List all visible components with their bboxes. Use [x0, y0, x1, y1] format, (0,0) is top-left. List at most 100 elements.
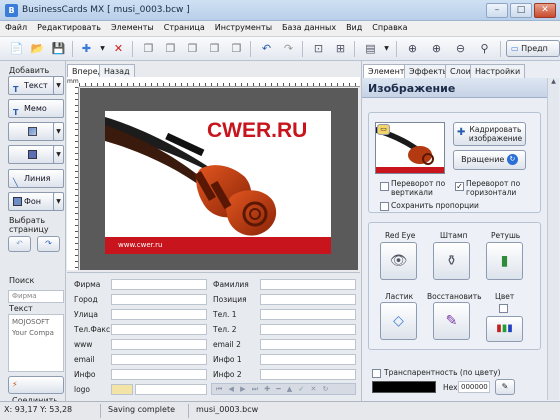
add-rectangle-button[interactable]	[8, 145, 59, 164]
menu-tools[interactable]: Инструменты	[210, 21, 277, 36]
color-label: Цвет	[495, 292, 515, 301]
menu-file[interactable]: Файл	[0, 21, 32, 36]
prev-page-icon[interactable]: ↶	[8, 236, 31, 252]
field-input[interactable]	[260, 369, 356, 380]
menu-elements[interactable]: Элементы	[106, 21, 159, 36]
add-image-button[interactable]	[8, 122, 59, 141]
delete-icon[interactable]: ✕	[110, 40, 127, 57]
field-input[interactable]	[260, 324, 356, 335]
eraser-button[interactable]: ◇	[380, 302, 417, 340]
keep-proportions-checkbox[interactable]	[380, 202, 389, 211]
menu-help[interactable]: Справка	[367, 21, 412, 36]
rotate-label: Вращение	[461, 155, 505, 164]
redeye-button[interactable]: 👁	[380, 242, 417, 280]
preview-button[interactable]: ▭ Предп	[506, 40, 560, 57]
eyedropper-icon[interactable]: ✎	[495, 379, 515, 395]
redo-icon[interactable]: ↷	[280, 40, 297, 57]
hex-input[interactable]: 000000	[458, 381, 490, 393]
connect-button[interactable]: ⚡ Соединить	[8, 376, 64, 405]
retouch-button[interactable]: ▮	[486, 242, 523, 280]
field-input[interactable]	[260, 339, 356, 350]
logo-folder-icon[interactable]	[111, 384, 133, 395]
field-input[interactable]	[111, 279, 207, 290]
menu-edit[interactable]: Редактировать	[32, 21, 106, 36]
zoom-in-icon[interactable]: ⊕	[428, 40, 445, 57]
add-memo-button[interactable]: T Мемо	[8, 99, 64, 118]
maximize-button[interactable]: □	[510, 3, 532, 18]
new-file-icon[interactable]: 📄	[8, 40, 25, 57]
clone-icon[interactable]: ❐	[228, 40, 245, 57]
card-url-text[interactable]: www.cwer.ru	[118, 241, 162, 249]
text-dropdown-icon[interactable]: ▼	[53, 76, 64, 95]
add-line-button[interactable]: ╲ Линия	[8, 169, 64, 188]
restore-button[interactable]: ✎	[433, 302, 470, 340]
rectangle-dropdown-icon[interactable]: ▼	[53, 145, 64, 164]
print-dropdown-icon[interactable]: ▼	[378, 40, 395, 57]
minimize-button[interactable]: –	[486, 3, 508, 18]
add-dropdown-icon[interactable]: ▼	[94, 40, 111, 57]
menu-database[interactable]: База данных	[277, 21, 341, 36]
cut-icon[interactable]: ❐	[162, 40, 179, 57]
flip-vertical-checkbox[interactable]	[380, 182, 389, 191]
list-item[interactable]: MOJOSOFT	[12, 317, 60, 328]
transparency-checkbox[interactable]	[372, 369, 381, 378]
field-input[interactable]	[260, 354, 356, 365]
open-image-icon[interactable]: ▭	[377, 124, 390, 135]
copy-icon[interactable]: ❐	[140, 40, 157, 57]
crop-image-button[interactable]: ✚ Кадрировать изображение	[453, 122, 526, 146]
toolbar-separator	[500, 41, 501, 57]
save-icon[interactable]: 💾	[50, 40, 67, 57]
card-logo-text[interactable]: CWER.RU	[207, 119, 307, 143]
print-icon[interactable]: ▤	[362, 40, 379, 57]
close-button[interactable]: ✕	[534, 3, 556, 18]
color-button[interactable]: ▮▮▮	[486, 316, 523, 342]
tab-back[interactable]: Назад	[99, 64, 135, 78]
field-input[interactable]	[260, 279, 356, 290]
add-icon[interactable]: ✚	[78, 40, 95, 57]
preview-label: Предп	[521, 44, 548, 53]
field-input[interactable]	[260, 294, 356, 305]
field-input[interactable]	[260, 309, 356, 320]
logo-field-input[interactable]	[135, 384, 207, 395]
field-input[interactable]	[111, 324, 207, 335]
menu-bar: Файл Редактировать Элементы Страница Инс…	[0, 21, 560, 37]
menu-page[interactable]: Страница	[159, 21, 210, 36]
field-input[interactable]	[111, 309, 207, 320]
scroll-up-icon[interactable]: ▲	[548, 78, 559, 85]
zoom-out-icon[interactable]: ⊖	[452, 40, 469, 57]
tab-settings[interactable]: Настройки	[470, 64, 526, 78]
search-results-list[interactable]: MOJOSOFT Your Compa	[8, 314, 64, 372]
transparency-color-swatch[interactable]	[372, 381, 436, 393]
background-button[interactable]: Фон	[8, 192, 59, 211]
image-dropdown-icon[interactable]: ▼	[53, 122, 64, 141]
background-dropdown-icon[interactable]: ▼	[53, 192, 64, 211]
duplicate-icon[interactable]: ❐	[206, 40, 223, 57]
status-separator	[100, 404, 101, 418]
zoom-fit-icon[interactable]: ⊕	[404, 40, 421, 57]
paste-icon[interactable]: ❐	[184, 40, 201, 57]
zoom-tool-icon[interactable]: ⚲	[476, 40, 493, 57]
next-page-icon[interactable]: ↷	[37, 236, 60, 252]
rotate-button[interactable]: Вращение ↻	[453, 150, 526, 170]
field-input[interactable]	[111, 354, 207, 365]
rotate-icon: ↻	[506, 154, 518, 165]
group-icon[interactable]: ⊞	[332, 40, 349, 57]
field-input[interactable]	[111, 369, 207, 380]
panel-title: Изображение	[368, 82, 456, 95]
toolbar-separator	[132, 41, 133, 57]
color-checkbox[interactable]	[499, 304, 508, 313]
add-text-button[interactable]: T Текст	[8, 76, 59, 95]
record-navigator[interactable]: ⏮ ◀ ▶ ⏭ ✚ ━ ▲ ✓ ✕ ↻	[211, 383, 356, 395]
list-item[interactable]: Your Compa	[12, 328, 60, 339]
open-folder-icon[interactable]: 📂	[29, 40, 46, 57]
stamp-button[interactable]: ⚱	[433, 242, 470, 280]
toolbar-separator	[396, 41, 397, 57]
menu-view[interactable]: Вид	[341, 21, 367, 36]
align-icon[interactable]: ⊡	[310, 40, 327, 57]
undo-icon[interactable]: ↶	[258, 40, 275, 57]
search-field-select[interactable]: Фирма	[8, 290, 64, 303]
flip-horizontal-checkbox[interactable]: ✓	[455, 182, 464, 191]
field-input[interactable]	[111, 339, 207, 350]
field-input[interactable]	[111, 294, 207, 305]
right-panel-scrollbar[interactable]: ▲	[547, 78, 559, 400]
